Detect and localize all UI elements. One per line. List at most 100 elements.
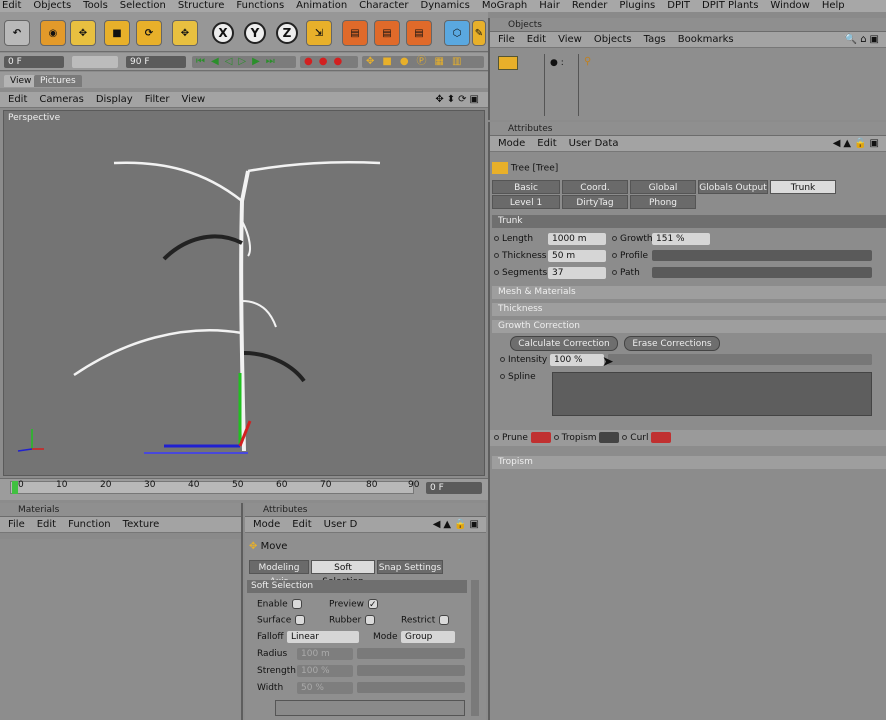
objects-menu-tags[interactable]: Tags (644, 34, 666, 45)
menu-selection[interactable]: Selection (120, 0, 166, 12)
attr-menu-userdata[interactable]: User Data (569, 138, 619, 149)
thickness-anim-dot[interactable] (494, 253, 499, 258)
tab-dirtytag[interactable]: DirtyTag (562, 195, 628, 209)
path-link-field[interactable] (652, 267, 872, 278)
menu-structure[interactable]: Structure (178, 0, 225, 12)
mode-select[interactable]: Group (401, 631, 455, 643)
intensity-slider[interactable] (608, 354, 872, 365)
strength-field[interactable]: 100 % (297, 665, 353, 677)
materials-menu-function[interactable]: Function (68, 519, 111, 530)
spline-pen-icon[interactable]: ✎ (472, 20, 486, 46)
playback-buttons[interactable]: ⏮◀◁▷▶⏭ (192, 56, 296, 68)
segments-field[interactable]: 37 (548, 267, 606, 279)
tool-attr-menu-userdata[interactable]: User D (324, 519, 358, 530)
group-thickness[interactable]: Thickness (492, 303, 886, 316)
menu-window[interactable]: Window (770, 0, 809, 12)
viewport-menu-filter[interactable]: Filter (145, 94, 170, 105)
tab-globals-output[interactable]: Globals Output (698, 180, 768, 194)
menu-dynamics[interactable]: Dynamics (421, 0, 470, 12)
live-selection-icon[interactable]: ◉ (40, 20, 66, 46)
menu-mograph[interactable]: MoGraph (482, 0, 527, 12)
tab-pictures[interactable]: Pictures (34, 75, 82, 87)
menu-character[interactable]: Character (359, 0, 408, 12)
tool-attr-scrollbar[interactable] (471, 580, 479, 716)
strength-slider[interactable] (357, 665, 465, 676)
tab-soft-selection[interactable]: Soft Selection (311, 560, 375, 587)
menu-hair[interactable]: Hair (539, 0, 560, 12)
objects-menu-objects[interactable]: Objects (594, 34, 632, 45)
menu-functions[interactable]: Functions (236, 0, 284, 12)
objects-nav-icons[interactable]: 🔍⌂▣ (845, 34, 882, 45)
z-axis-icon[interactable]: Z (276, 22, 298, 44)
attr-nav-icons[interactable]: ◀▲🔒▣ (833, 138, 882, 149)
intensity-field[interactable]: 100 % (550, 354, 604, 366)
group-mesh-materials[interactable]: Mesh & Materials (492, 286, 886, 299)
length-anim-dot[interactable] (494, 236, 499, 241)
cube-icon[interactable]: ⬡ (444, 20, 470, 46)
menu-plugins[interactable]: Plugins (619, 0, 655, 12)
group-tropism[interactable]: Tropism (492, 456, 886, 469)
tropism-toggle[interactable] (599, 432, 620, 443)
menu-edit[interactable]: Edit (2, 0, 21, 12)
objects-menu-edit[interactable]: Edit (527, 34, 546, 45)
radius-slider[interactable] (357, 648, 465, 659)
segments-anim-dot[interactable] (494, 270, 499, 275)
tab-level-1[interactable]: Level 1 (492, 195, 560, 209)
curl-anim-dot[interactable] (622, 435, 628, 440)
render-settings-icon[interactable]: ▤ (406, 20, 432, 46)
thickness-field[interactable]: 50 m (548, 250, 606, 262)
materials-menu-file[interactable]: File (8, 519, 25, 530)
profile-link-field[interactable] (652, 250, 872, 261)
viewport-menu-display[interactable]: Display (96, 94, 133, 105)
erase-corrections-button[interactable]: Erase Corrections (624, 336, 720, 351)
tab-global[interactable]: Global (630, 180, 696, 194)
spline-curve-editor[interactable] (552, 372, 872, 416)
menu-dpit-plants[interactable]: DPIT Plants (702, 0, 758, 12)
render-view-icon[interactable]: ▤ (342, 20, 368, 46)
calculate-correction-button[interactable]: Calculate Correction (510, 336, 618, 351)
restrict-checkbox[interactable] (439, 615, 450, 625)
move-tool-icon[interactable]: ✥ (70, 20, 96, 46)
tool-attr-nav-icons[interactable]: ◀▲🔒▣ (433, 519, 482, 530)
intensity-anim-dot[interactable] (500, 357, 505, 362)
viewport-nav-icons[interactable]: ✥⬍⟳▣ (435, 94, 482, 105)
frame-slider[interactable] (72, 56, 118, 68)
falloff-curve-preview[interactable] (275, 700, 465, 716)
menu-help[interactable]: Help (822, 0, 845, 12)
keyframe-buttons[interactable]: ✥■●Ⓟ▦▥ (362, 56, 484, 68)
tool-attr-menu-edit[interactable]: Edit (292, 519, 311, 530)
coordinate-system-icon[interactable]: ⇲ (306, 20, 332, 46)
render-picture-icon[interactable]: ▤ (374, 20, 400, 46)
enable-checkbox[interactable] (291, 599, 302, 609)
preview-checkbox[interactable]: ✓ (368, 599, 379, 610)
menu-render[interactable]: Render (572, 0, 608, 12)
timeline-ruler[interactable]: 0 10 20 30 40 50 60 70 80 90 0 F (0, 478, 488, 500)
tab-phong[interactable]: Phong (630, 195, 696, 209)
tab-basic[interactable]: Basic (492, 180, 560, 194)
prune-anim-dot[interactable] (494, 435, 499, 440)
object-visibility-dots[interactable]: ● : (550, 58, 564, 68)
menu-tools[interactable]: Tools (83, 0, 108, 12)
tab-coord[interactable]: Coord. (562, 180, 628, 194)
attr-menu-edit[interactable]: Edit (537, 138, 556, 149)
objects-menu-view[interactable]: View (558, 34, 582, 45)
end-frame-field[interactable]: 90 F (126, 56, 186, 68)
x-axis-icon[interactable]: X (212, 22, 234, 44)
tool-attr-menu-mode[interactable]: Mode (253, 519, 280, 530)
menu-animation[interactable]: Animation (296, 0, 347, 12)
growth-anim-dot[interactable] (612, 236, 617, 241)
record-buttons[interactable]: ●●● (300, 56, 358, 68)
profile-anim-dot[interactable] (612, 253, 617, 258)
viewport-menu-edit[interactable]: Edit (8, 94, 27, 105)
scale-tool-icon[interactable]: ■ (104, 20, 130, 46)
materials-menu-edit[interactable]: Edit (37, 519, 56, 530)
materials-area[interactable] (0, 539, 241, 720)
perspective-viewport[interactable]: Perspective (3, 110, 485, 476)
rotate-tool-icon[interactable]: ⟳ (136, 20, 162, 46)
objects-menu-bookmarks[interactable]: Bookmarks (678, 34, 734, 45)
menu-objects[interactable]: Objects (33, 0, 71, 12)
viewport-menu-view[interactable]: View (181, 94, 205, 105)
viewport-menu-cameras[interactable]: Cameras (39, 94, 83, 105)
move-axis-icon[interactable]: ✥ (172, 20, 198, 46)
growth-field[interactable]: 151 % (652, 233, 710, 245)
